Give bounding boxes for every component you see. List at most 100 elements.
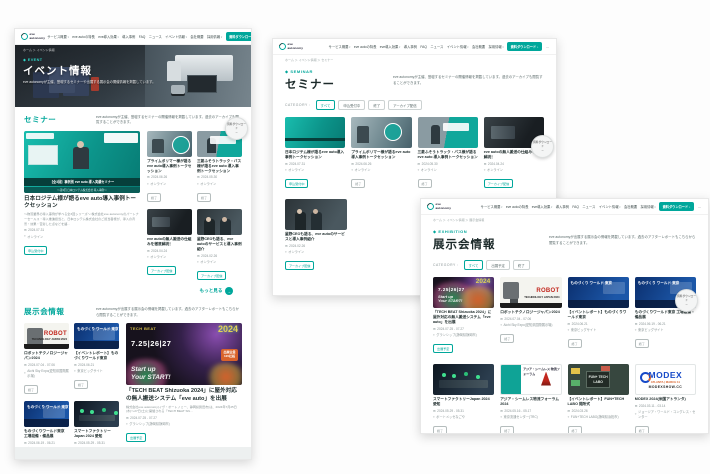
calendar-icon: ⊞ bbox=[197, 253, 200, 258]
nav-item-events[interactable]: イベント情報 bbox=[447, 44, 469, 49]
exhibition-card[interactable]: 2024 7.25|26|27 Start up Your START! 「TEC… bbox=[433, 277, 495, 355]
seminar-card[interactable]: 日本ロジテム様が語るeve auto導入事例トークセッション ⊞ 2024.07.… bbox=[285, 117, 346, 190]
floating-download-button[interactable]: 資料ダウンロード → bbox=[225, 117, 248, 140]
nav-item-faq[interactable]: FAQ bbox=[139, 35, 146, 39]
seminar-card[interactable]: プライムポリマー様が語るeve auto導入事例トークセッション ⊞ 2024.0… bbox=[351, 117, 412, 190]
nav-item-service[interactable]: サービス概要 bbox=[329, 44, 351, 49]
nav-item-features[interactable]: eve autoの特長 bbox=[506, 204, 529, 209]
breadcrumb[interactable]: ホーム ＞ イベント情報 bbox=[23, 48, 55, 52]
download-cta-button[interactable]: 資料ダウンロード ↓ bbox=[659, 202, 695, 211]
filter-upcoming[interactable]: 出展予定 bbox=[486, 260, 510, 270]
nav-item-features[interactable]: eve autoの特長 bbox=[72, 34, 95, 39]
featured-seminar-card[interactable]: 【全3回】事例別 eve auto 導入実績セミナー 〜第3回 日本ロジテム株式… bbox=[24, 130, 140, 282]
badge-line2: 120社超 bbox=[223, 353, 235, 358]
exhibition-card[interactable]: MODEX ATLANTA | MARCH 11 MODEXSHOW.CC MO… bbox=[634, 364, 696, 433]
event-place: オンライン bbox=[27, 234, 44, 239]
thumb-dates-text: 7.25|26|27 bbox=[131, 339, 172, 349]
status-tag: 申込受付中 bbox=[285, 179, 309, 189]
event-card-title: 日本ロジテム様が語るeve auto導入事例トークセッション bbox=[24, 195, 137, 210]
seminar-thumbnail bbox=[285, 117, 346, 148]
event-date: 2024.02.26 bbox=[289, 243, 306, 248]
event-card-title: スマートファクトリーJapan 2024 愛知 bbox=[433, 397, 490, 407]
filter-all[interactable]: すべて bbox=[315, 100, 336, 110]
breadcrumb[interactable]: ホーム ＞ イベント情報 ＞ 展示会情報 bbox=[421, 215, 708, 225]
eve-autonomy-logo[interactable]: eve autonomy bbox=[277, 41, 303, 52]
seminar-card[interactable]: eve autoの無人搬送の仕組みを徹底解説！ ⊞ 2024.04.24 ⌖ オンラ… bbox=[147, 209, 192, 282]
exhibition-card[interactable]: FUN+ TECH LABO 【イベントレポート】FUN+TECH LABO 開… bbox=[567, 364, 629, 433]
nav-item-cases[interactable]: 導入事例 bbox=[556, 204, 569, 209]
floating-download-label: 資料ダウンロード bbox=[677, 295, 696, 302]
screenshot-canvas: eveautonomy サービス概要 eve autoの特長 eve導入効果 導… bbox=[0, 0, 710, 474]
nav-item-news[interactable]: ニュース bbox=[582, 204, 595, 209]
filter-ended[interactable]: 終了 bbox=[368, 100, 386, 110]
exhibition-card[interactable]: アジア・シームレス 物流フォーラム アジア・シームレス物流フォーラム2024 ⊞… bbox=[500, 364, 562, 433]
nav-item-service[interactable]: サービス概要 bbox=[481, 204, 503, 209]
event-date: 2024.05.29 - 05.31 bbox=[78, 440, 105, 445]
filter-all[interactable]: すべて bbox=[463, 260, 484, 270]
featured-exhibition-card[interactable]: TECH BEAT 2024 7.25|26|27 Start up Your S… bbox=[126, 323, 242, 459]
location-icon: ⌖ bbox=[433, 414, 435, 419]
nav-item-faq[interactable]: FAQ bbox=[572, 205, 579, 209]
nav-item-effect[interactable]: eve導入効果 bbox=[532, 204, 553, 209]
slogan-line1: Start up bbox=[131, 366, 156, 374]
download-cta-button[interactable]: 資料ダウンロード ↓ bbox=[225, 32, 251, 41]
nav-item-effect[interactable]: eve導入効果 bbox=[380, 44, 401, 49]
seminar-more-button[interactable]: もっと見る → bbox=[200, 287, 233, 296]
calendar-icon: ⊞ bbox=[147, 248, 150, 253]
exhibition-card[interactable]: ものづくり ワールド 東京 【イベントレポート】ものづくりワールド東京 ⊞ 202… bbox=[567, 277, 629, 355]
location-icon: ⌖ bbox=[74, 368, 76, 373]
calendar-icon: ⊞ bbox=[24, 440, 27, 445]
nav-more-menu-icon[interactable]: … bbox=[698, 204, 703, 209]
seminar-card[interactable]: 三菱ふそうトラック・バス様が語るeve auto 導入事例トークセッション ⊞ 2… bbox=[417, 117, 478, 190]
nav-item-company[interactable]: 会社概要 bbox=[624, 204, 637, 209]
nav-item-cases[interactable]: 導入事例 bbox=[404, 44, 417, 49]
event-card-title: ものづくりワールド東京 工場設備・備品展 bbox=[24, 429, 65, 439]
nav-item-news[interactable]: ニュース bbox=[430, 44, 443, 49]
eve-autonomy-logo[interactable]: eve autonomy bbox=[19, 31, 46, 42]
filter-archive[interactable]: アーカイブ配信 bbox=[388, 100, 422, 110]
location-icon: ⌖ bbox=[285, 249, 287, 254]
thumb-text: ものづくり ワールド 東京 bbox=[637, 281, 680, 285]
nav-item-service[interactable]: サービス概要 bbox=[47, 34, 69, 39]
nav-item-faq[interactable]: FAQ bbox=[420, 45, 427, 49]
nav-item-events[interactable]: イベント情報 bbox=[599, 204, 621, 209]
nav-item-company[interactable]: 会社概要 bbox=[472, 44, 485, 49]
nav-item-news[interactable]: ニュース bbox=[149, 34, 162, 39]
page-title: セミナー bbox=[285, 79, 335, 91]
eve-autonomy-logo[interactable]: eve autonomy bbox=[425, 201, 451, 212]
nav-item-recruit[interactable]: 採用情報 bbox=[489, 44, 504, 49]
event-card-title: プライムポリマー様が語るeve auto導入事例トークセッション bbox=[147, 158, 192, 173]
floating-download-button[interactable]: 資料ダウンロード → bbox=[531, 135, 554, 158]
seminar-card[interactable]: 星野CEOも語る、eve autoのサービスと導入事例紹介 ⊞ 2024.02.2… bbox=[197, 209, 242, 282]
nav-item-recruit[interactable]: 採用情報 bbox=[641, 204, 656, 209]
nav-item-cases[interactable]: 導入事例 bbox=[122, 34, 135, 39]
filter-ended[interactable]: 終了 bbox=[512, 260, 530, 270]
exhibition-card[interactable]: スマートファクトリーJapan 2024 愛知 ⊞ 2024.05.29 - 05… bbox=[433, 364, 495, 433]
thumb-subtext: ATLANTA | MARCH 11 bbox=[650, 380, 680, 385]
exhibition-card[interactable]: ROBOT TECHNOLOGY JAPAN 2024 ロボットテクノロジージャ… bbox=[500, 277, 562, 355]
arrow-right-icon: → bbox=[540, 148, 545, 152]
filter-open[interactable]: 申込受付中 bbox=[338, 100, 366, 110]
thumb-text: アジア・シームレス 物流フォーラム bbox=[523, 367, 560, 376]
seminar-card[interactable]: 三菱ふそうトラック・バス様が語るeve auto 導入事例トークセッション ⊞ 2… bbox=[197, 130, 242, 204]
nav-more-menu-icon[interactable]: … bbox=[546, 44, 551, 49]
floating-download-button[interactable]: 資料ダウンロード → bbox=[675, 289, 698, 312]
nav-item-features[interactable]: eve autoの特長 bbox=[354, 44, 377, 49]
calendar-icon: ⊞ bbox=[500, 408, 503, 413]
nav-item-effect[interactable]: eve導入効果 bbox=[98, 34, 119, 39]
nav-item-company[interactable]: 会社概要 bbox=[190, 34, 203, 39]
logo-text-line2: autonomy bbox=[29, 35, 46, 40]
breadcrumb[interactable]: ホーム ＞ イベント情報 ＞ セミナー bbox=[273, 55, 556, 65]
thumb-banner-subtext: 〜第3回 日本ロジテム株式会社 導入事例〜 bbox=[24, 186, 140, 193]
thumb-speaker-photo bbox=[72, 140, 89, 169]
exhibition-card[interactable]: ものづくり ワールド 東京 【イベントレポート】ものづくりワールド東京 ⊞ 202… bbox=[74, 323, 119, 396]
seminar-section-title: セミナー bbox=[24, 115, 57, 124]
seminar-card[interactable]: 星野CEOも語る、eve autoのサービスと導入事例紹介 ⊞ 2024.02.2… bbox=[285, 199, 347, 272]
exhibition-card[interactable]: ROBOT TECHNOLOGY JAPAN 2024 ロボットテクノロジージャ… bbox=[24, 323, 69, 396]
nav-item-events[interactable]: イベント情報 bbox=[165, 34, 187, 39]
seminar-thumbnail bbox=[197, 209, 242, 236]
nav-item-recruit[interactable]: 採用情報 bbox=[207, 34, 222, 39]
thumb-text: ROBOT bbox=[536, 288, 560, 294]
seminar-card[interactable]: プライムポリマー様が語るeve auto導入事例トークセッション ⊞ 2024.0… bbox=[147, 130, 192, 204]
download-cta-button[interactable]: 資料ダウンロード ↓ bbox=[507, 42, 543, 51]
